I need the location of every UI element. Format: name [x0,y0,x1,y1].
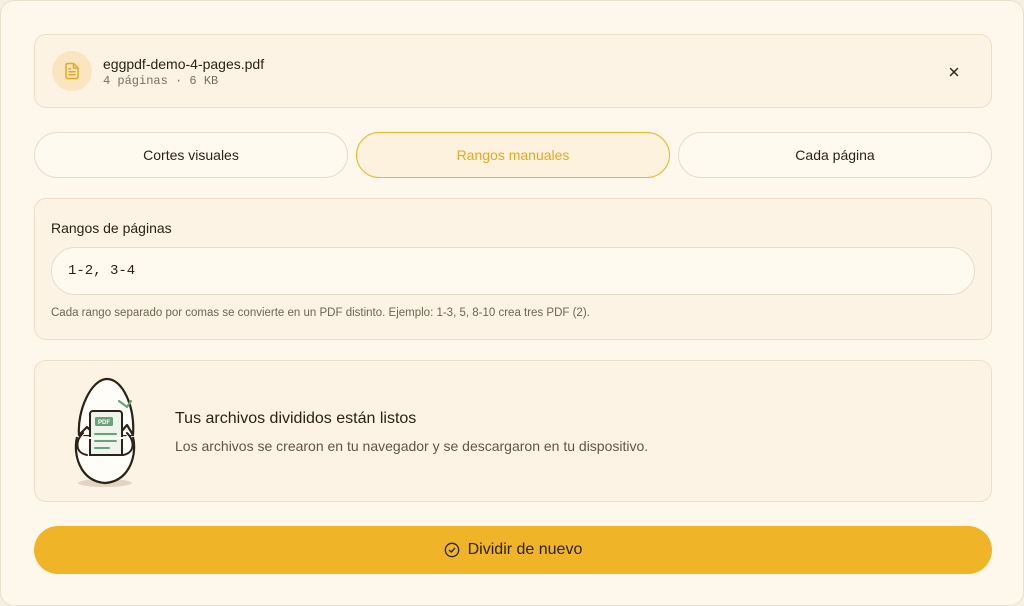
pdf-badge-text: PDF [98,420,110,426]
ranges-help-text: Cada rango separado por comas se convier… [51,307,590,319]
file-name: eggpdf-demo-4-pages.pdf [103,56,265,72]
split-again-button[interactable]: Dividir de nuevo [34,526,992,574]
remove-file-button[interactable] [941,59,967,85]
egg-illustration: PDF [74,377,136,487]
result-subtitle: Los archivos se crearon en tu navegador … [175,438,649,454]
tab-visual-cuts[interactable]: Cortes visuales [34,132,348,178]
ranges-input[interactable] [51,247,975,295]
split-panel: eggpdf-demo-4-pages.pdf 4 páginas · 6 KB… [0,0,1024,606]
file-text-icon [65,62,79,80]
ranges-card: Rangos de páginas Cada rango separado po… [34,198,992,340]
file-meta: 4 páginas · 6 KB [103,74,219,88]
ranges-label: Rangos de páginas [51,220,172,236]
check-circle-icon [444,542,459,558]
split-again-label: Dividir de nuevo [467,541,583,558]
file-card: eggpdf-demo-4-pages.pdf 4 páginas · 6 KB [34,34,992,108]
close-icon [949,67,959,77]
tab-each-page[interactable]: Cada página [678,132,992,178]
tab-manual-ranges[interactable]: Rangos manuales [356,132,670,178]
result-title: Tus archivos divididos están listos [175,410,417,427]
file-icon-badge [52,51,92,91]
result-card: PDF Tus archivos divididos están listos … [34,360,992,502]
